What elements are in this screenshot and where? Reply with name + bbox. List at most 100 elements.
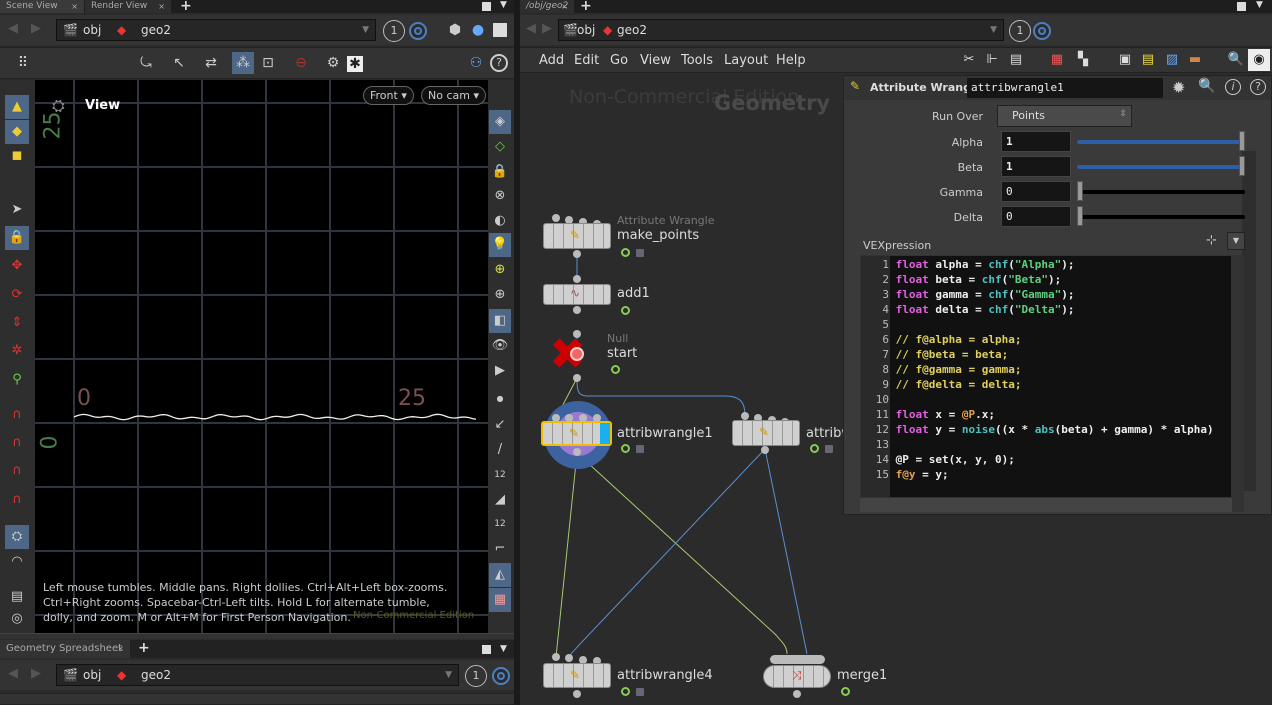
menu-add[interactable]: Add <box>539 53 564 68</box>
film-icon[interactable]: ◎ <box>5 607 29 631</box>
pin-icon[interactable] <box>409 22 427 40</box>
pose-icon[interactable]: ✲ <box>5 339 29 363</box>
render-view-icon[interactable]: ▶ <box>489 359 511 383</box>
tab-scene-view[interactable]: Scene View × <box>0 0 84 13</box>
lock-icon[interactable] <box>825 445 833 453</box>
backface-icon[interactable]: ◭ <box>489 563 511 587</box>
search-icon[interactable]: 🔍 <box>1225 49 1247 71</box>
path-selector[interactable]: 🎬 obj ◆ geo2 ▼ <box>558 19 1004 41</box>
chevron-down-icon[interactable]: ▼ <box>1227 232 1245 250</box>
param-value-field[interactable]: 1 <box>1001 156 1071 177</box>
wrangle-node-body[interactable]: ✎ <box>543 223 611 249</box>
pane-splitter[interactable] <box>0 633 514 639</box>
tree-icon[interactable]: ⊩ <box>981 49 1003 71</box>
display-flag-icon[interactable] <box>841 687 850 696</box>
desktop-number[interactable]: 1 <box>383 20 405 42</box>
param-value-field[interactable]: 0 <box>1001 206 1071 227</box>
hull-icon[interactable]: ⌐ <box>489 537 511 561</box>
display-flag-icon[interactable] <box>810 444 819 453</box>
node-name[interactable]: make_points <box>617 228 699 243</box>
param-value-field[interactable]: 0 <box>1001 181 1071 202</box>
back-icon[interactable]: ◀ <box>526 21 536 36</box>
tools-icon[interactable]: ✂ <box>958 49 980 71</box>
merge-input-bar[interactable] <box>770 655 825 664</box>
prim-normal-icon[interactable]: ◢ <box>489 488 511 512</box>
display-flag-icon[interactable] <box>621 306 630 315</box>
prim-number-icon[interactable]: 12 <box>489 512 511 536</box>
run-over-dropdown[interactable]: Points ⇳ <box>997 105 1132 127</box>
node-name[interactable]: merge1 <box>837 668 887 683</box>
help-icon[interactable]: ? <box>1250 79 1266 95</box>
lock-icon[interactable]: 🔒 <box>489 160 511 184</box>
slider-handle[interactable] <box>1239 156 1245 176</box>
slider-handle[interactable] <box>1239 131 1245 151</box>
grid-menu-icon[interactable]: ⠿ <box>12 52 34 74</box>
uv-icon[interactable]: ▦ <box>489 588 511 612</box>
camera-move-icon[interactable]: ⇄ <box>200 52 222 74</box>
package-icon[interactable]: ▬ <box>1184 49 1206 71</box>
close-icon[interactable]: × <box>117 640 124 658</box>
point-vector-icon[interactable]: / <box>489 438 511 462</box>
close-icon[interactable]: × <box>561 0 568 13</box>
point-display-icon[interactable]: ● <box>489 387 511 411</box>
light-off-icon[interactable]: ⊗ <box>489 184 511 208</box>
network-box-icon[interactable]: ▣ <box>1114 49 1136 71</box>
level-icon[interactable]: ◠ <box>5 550 29 574</box>
rotate-icon[interactable]: ⟳ <box>5 283 29 307</box>
path-geo2[interactable]: geo2 <box>141 668 171 682</box>
desktop-number[interactable]: 1 <box>465 665 487 687</box>
camera-icon[interactable]: ⛭ <box>5 525 29 549</box>
chevron-down-icon[interactable]: ▼ <box>500 0 507 10</box>
zoom-region-icon[interactable]: ⊡ <box>257 52 279 74</box>
add-tab-icon[interactable]: + <box>138 640 150 656</box>
visibility-icon[interactable]: 👁 <box>489 334 511 358</box>
back-icon[interactable]: ◀ <box>8 666 18 681</box>
lock-select-icon[interactable]: 🔒 <box>5 226 29 250</box>
snapshot-icon[interactable]: ⚙ <box>322 52 344 74</box>
menu-layout[interactable]: Layout <box>724 53 768 68</box>
users-icon[interactable]: ⚇ <box>465 52 487 74</box>
path-geo2[interactable]: geo2 <box>617 23 647 37</box>
chevron-down-icon[interactable]: ▼ <box>362 25 369 35</box>
vex-code-editor[interactable]: 1 float alpha = chf("Alpha"); 2 float bet… <box>860 255 1232 498</box>
pin-icon[interactable] <box>1033 22 1051 40</box>
display-flag-icon[interactable] <box>611 365 620 374</box>
param-slider[interactable] <box>1077 131 1245 151</box>
bulb-icon[interactable]: 💡 <box>489 233 511 257</box>
eye-icon[interactable]: ◉ <box>1248 49 1270 71</box>
desktop-number[interactable]: 1 <box>1009 20 1031 42</box>
path-geo2[interactable]: geo2 <box>141 23 171 37</box>
menu-view[interactable]: View <box>640 53 671 68</box>
lock-icon[interactable] <box>636 249 644 257</box>
move-icon[interactable]: ✥ <box>5 254 29 278</box>
back-icon[interactable]: ◀ <box>8 21 18 36</box>
display-flag-indicator[interactable] <box>600 423 610 444</box>
wrangle-node-body[interactable]: ✎ <box>732 420 800 446</box>
path-obj[interactable]: obj <box>83 668 101 682</box>
menu-edit[interactable]: Edit <box>574 53 599 68</box>
viewport[interactable]: ⛭ View Front ▾ No cam ▾ 0 25 0 25 Left m… <box>35 80 488 633</box>
shape-palette-icon[interactable]: ▚ <box>1072 49 1094 71</box>
headlight-icon[interactable]: ⊕ <box>489 283 511 307</box>
wrangle-node-body[interactable]: ✎ <box>541 421 612 446</box>
display-objects-icon[interactable]: ▲ <box>5 95 29 119</box>
tab-render-view[interactable]: Render View × <box>85 0 171 13</box>
forward-icon[interactable]: ▶ <box>542 21 552 36</box>
chevron-down-icon[interactable]: ▼ <box>500 644 507 654</box>
menu-help[interactable]: Help <box>776 53 806 68</box>
snap-curve-icon[interactable]: ∩ <box>5 431 29 455</box>
help-icon[interactable]: ? <box>490 54 508 72</box>
node-name[interactable]: attribwrangle4 <box>617 668 713 683</box>
list-icon[interactable]: ▤ <box>1005 49 1027 71</box>
shading-mode-icon[interactable]: ◧ <box>489 309 511 333</box>
chevron-down-icon[interactable]: ▼ <box>445 670 452 680</box>
settings-icon[interactable]: ✱ <box>347 56 363 72</box>
sticky-note-icon[interactable]: ▤ <box>1137 49 1159 71</box>
forward-icon[interactable]: ▶ <box>31 666 41 681</box>
stop-icon[interactable]: ⊖ <box>290 52 312 74</box>
forward-icon[interactable]: ▶ <box>31 21 41 36</box>
pin-icon[interactable] <box>492 667 510 685</box>
chevron-down-icon[interactable]: ▼ <box>1256 0 1263 10</box>
scale-icon[interactable]: ⇕ <box>5 311 29 335</box>
add-spare-param-icon[interactable]: ⊹ <box>1206 233 1217 248</box>
